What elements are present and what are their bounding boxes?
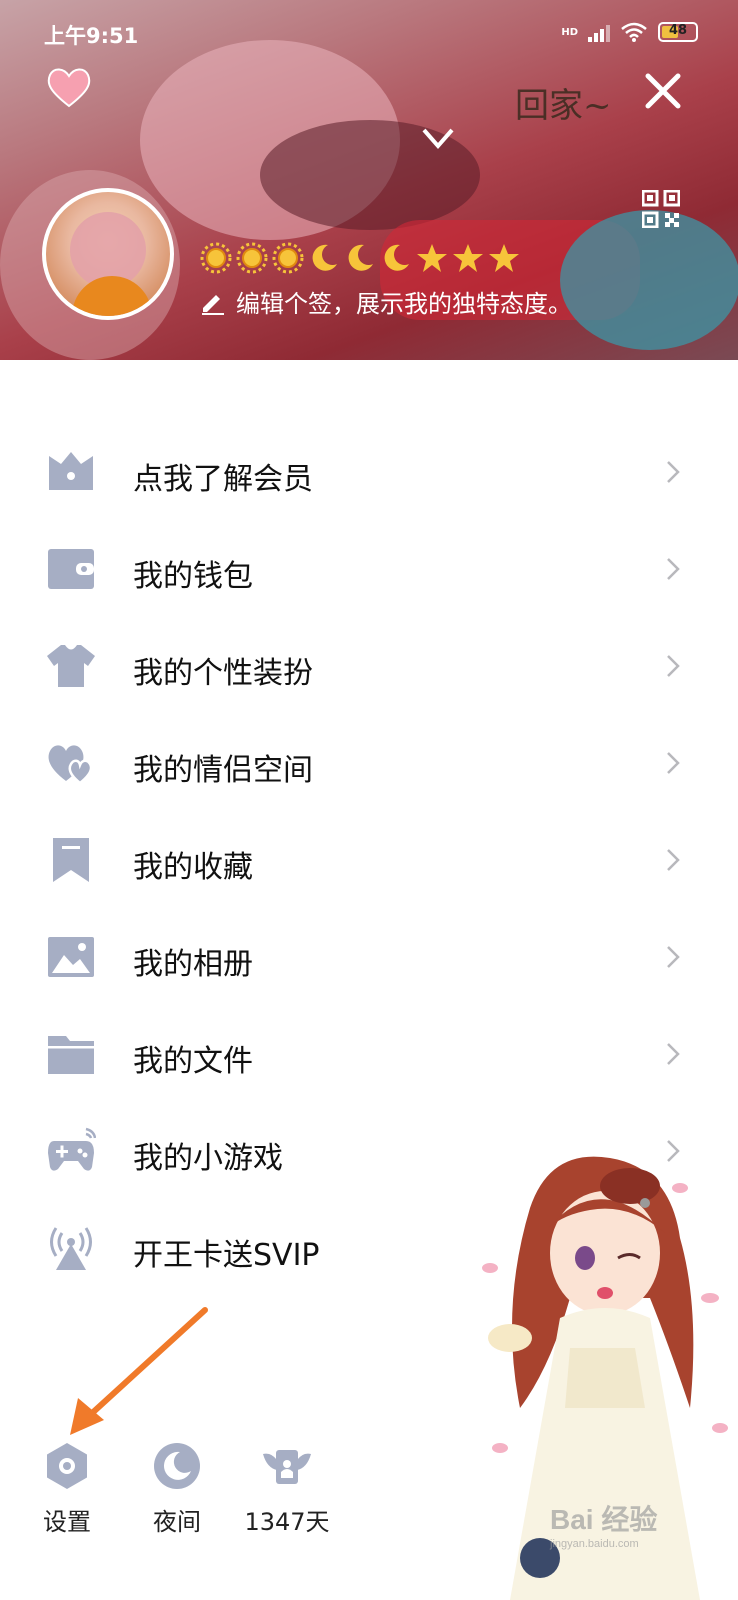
- battery-icon: 48: [658, 22, 698, 42]
- gamepad-icon: [48, 1127, 96, 1171]
- qq-age-label: 1347天: [244, 1508, 330, 1536]
- menu-label: 我的小游戏: [133, 1141, 283, 1176]
- star-icon: [453, 244, 483, 272]
- menu-label: 我的个性装扮: [133, 656, 313, 691]
- menu-item-album[interactable]: 我的相册: [0, 909, 738, 1006]
- shirt-icon: [47, 645, 95, 687]
- winged-badge-icon: [263, 1450, 311, 1484]
- watermark-url: jingyan.baidu.com: [550, 1538, 639, 1550]
- signature-text: 编辑个签，展示我的独特态度。: [236, 290, 572, 318]
- sun-icon: [236, 242, 268, 274]
- signal-icon: [588, 22, 610, 42]
- menu-item-favorites[interactable]: 我的收藏: [0, 812, 738, 909]
- qq-age-button[interactable]: 1347天: [242, 1440, 332, 1537]
- heart-icon: [47, 68, 91, 108]
- menu-label: 我的情侣空间: [133, 753, 313, 788]
- moon-icon: [384, 244, 409, 271]
- watermark-brand: Bai 经验: [550, 1504, 658, 1535]
- level-badges: [200, 242, 520, 274]
- menu-label: 开王卡送SVIP: [133, 1238, 320, 1273]
- chevron-right-icon: [667, 849, 680, 871]
- baidu-watermark: Bai 经验 jingyan.baidu.com: [550, 1498, 657, 1550]
- header-handwriting: 回家~: [515, 86, 612, 126]
- bookmark-icon: [53, 838, 89, 882]
- chevron-down-icon: [422, 128, 454, 150]
- close-button[interactable]: [640, 68, 686, 114]
- battery-level: 48: [668, 23, 688, 38]
- moon-icon: [348, 244, 373, 271]
- avatar[interactable]: [42, 188, 174, 320]
- moon-icon: [154, 1443, 200, 1489]
- sun-icon: [200, 242, 232, 274]
- background-art: [560, 210, 738, 350]
- chevron-right-icon: [667, 655, 680, 677]
- menu-item-couple[interactable]: 我的情侣空间: [0, 715, 738, 812]
- crown-icon: [49, 452, 93, 490]
- hearts-icon: [48, 745, 93, 785]
- status-time: 上午9:51: [44, 24, 139, 48]
- photo-icon: [48, 937, 94, 977]
- status-icons: HD 48: [561, 22, 698, 42]
- profile-header: 上午9:51 HD 48 回家~ 编辑个签，展示我的独特态度。: [0, 0, 738, 360]
- menu-item-vip[interactable]: 点我了解会员: [0, 424, 738, 521]
- night-label: 夜间: [153, 1508, 201, 1536]
- settings-button[interactable]: 设置: [22, 1440, 112, 1537]
- chevron-right-icon: [667, 752, 680, 774]
- signature-edit[interactable]: 编辑个签，展示我的独特态度。: [200, 284, 572, 319]
- chevron-right-icon: [667, 1043, 680, 1065]
- broadcast-icon: [50, 1227, 92, 1270]
- menu-label: 我的文件: [133, 1044, 253, 1079]
- menu-item-files[interactable]: 我的文件: [0, 1006, 738, 1103]
- network-label: HD: [561, 26, 578, 38]
- chevron-right-icon: [667, 558, 680, 580]
- menu-label: 点我了解会员: [133, 462, 313, 497]
- chevron-right-icon: [667, 461, 680, 483]
- wifi-icon: [621, 22, 647, 42]
- menu-label: 我的钱包: [133, 559, 253, 594]
- chevron-right-icon: [667, 946, 680, 968]
- menu-item-wallet[interactable]: 我的钱包: [0, 521, 738, 618]
- moon-icon: [312, 244, 337, 271]
- star-icon: [489, 244, 519, 272]
- menu-label: 我的收藏: [133, 850, 253, 885]
- star-icon: [417, 244, 447, 272]
- menu-label: 我的相册: [133, 947, 253, 982]
- sun-icon: [272, 242, 304, 274]
- menu-item-theme[interactable]: 我的个性装扮: [0, 618, 738, 715]
- wallet-icon: [48, 549, 94, 589]
- pencil-icon: [202, 294, 224, 315]
- folder-icon: [48, 1036, 94, 1074]
- night-mode-button[interactable]: 夜间: [132, 1440, 222, 1537]
- qr-code-icon[interactable]: [642, 190, 680, 228]
- settings-icon: [47, 1443, 87, 1489]
- settings-label: 设置: [43, 1508, 91, 1536]
